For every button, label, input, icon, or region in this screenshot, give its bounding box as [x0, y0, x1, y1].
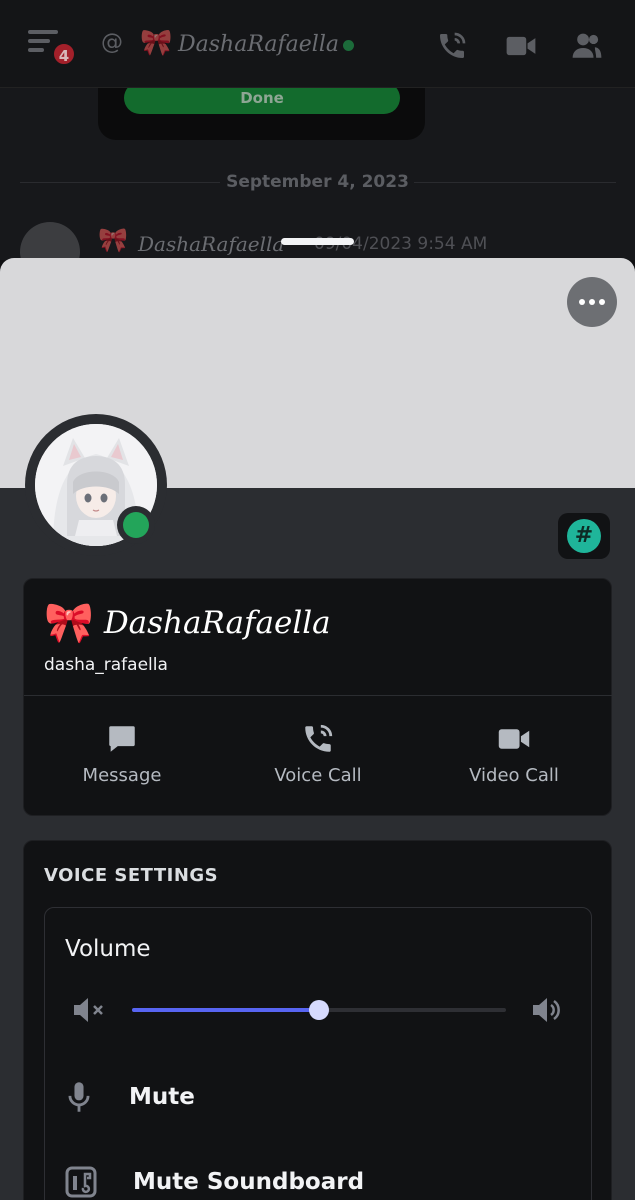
video-camera-icon [416, 719, 612, 759]
voice-call-label: Voice Call [274, 765, 362, 786]
dot-icon [599, 299, 605, 305]
voice-call-button[interactable]: Voice Call [220, 719, 416, 786]
voice-settings-card: VOICE SETTINGS Volume Mute Mute Soundboa… [23, 840, 612, 1200]
members-icon[interactable] [570, 30, 604, 66]
voice-settings-title: VOICE SETTINGS [44, 865, 219, 886]
profile-sheet: # 🎀 DashaRafaella dasha_rafaella Message… [0, 258, 635, 1200]
dm-bow: 🎀 [140, 28, 173, 58]
video-call-label: Video Call [469, 765, 559, 786]
volume-slider[interactable] [132, 1000, 506, 1020]
phone-icon [220, 719, 416, 759]
video-call-button[interactable]: Video Call [416, 719, 612, 786]
message-label: Message [82, 765, 162, 786]
avatar[interactable] [25, 414, 167, 556]
profile-card: 🎀 DashaRafaella dasha_rafaella Message V… [23, 578, 613, 816]
card-divider [24, 695, 613, 696]
dm-name[interactable]: DashaRafaella [178, 32, 339, 57]
speaker-loud-icon[interactable] [531, 994, 565, 1030]
volume-slider-fill [132, 1008, 319, 1012]
mute-soundboard-label: Mute Soundboard [133, 1169, 365, 1195]
dot-icon [589, 299, 595, 305]
at-icon: @ [101, 30, 123, 55]
hashtag-icon: # [567, 519, 601, 553]
message-author: DashaRafaella [138, 232, 285, 256]
more-options-button[interactable] [567, 277, 617, 327]
username: dasha_rafaella [44, 655, 168, 675]
top-bar: 4 @ 🎀 DashaRafaella [0, 0, 635, 88]
voice-settings-panel: Volume Mute Mute Soundboard [44, 907, 592, 1200]
mute-row[interactable]: Mute [65, 1080, 195, 1114]
message-icon [24, 719, 220, 759]
mute-soundboard-row[interactable]: Mute Soundboard [65, 1166, 364, 1198]
sheet-drag-handle[interactable] [281, 238, 354, 245]
notification-badge: 4 [52, 42, 76, 66]
display-name-row: 🎀 DashaRafaella [44, 599, 331, 646]
mute-label: Mute [129, 1084, 195, 1110]
dm-status-dot [343, 40, 354, 51]
bow-emoji: 🎀 [44, 600, 94, 646]
status-indicator [117, 506, 155, 544]
voice-call-icon[interactable] [436, 30, 468, 66]
hashtag-badge[interactable]: # [558, 513, 610, 559]
message-button[interactable]: Message [24, 719, 220, 786]
soundboard-icon [65, 1166, 97, 1198]
dot-icon [579, 299, 585, 305]
display-name: DashaRafaella [103, 604, 331, 641]
message-author-bow: 🎀 [98, 226, 128, 254]
online-status-dot [123, 512, 149, 538]
volume-slider-knob[interactable] [309, 1000, 329, 1020]
volume-label: Volume [65, 936, 151, 962]
microphone-icon [68, 1082, 90, 1112]
date-separator: September 4, 2023 [226, 172, 409, 192]
speaker-mute-icon[interactable] [72, 996, 106, 1028]
video-call-icon[interactable] [504, 30, 538, 66]
